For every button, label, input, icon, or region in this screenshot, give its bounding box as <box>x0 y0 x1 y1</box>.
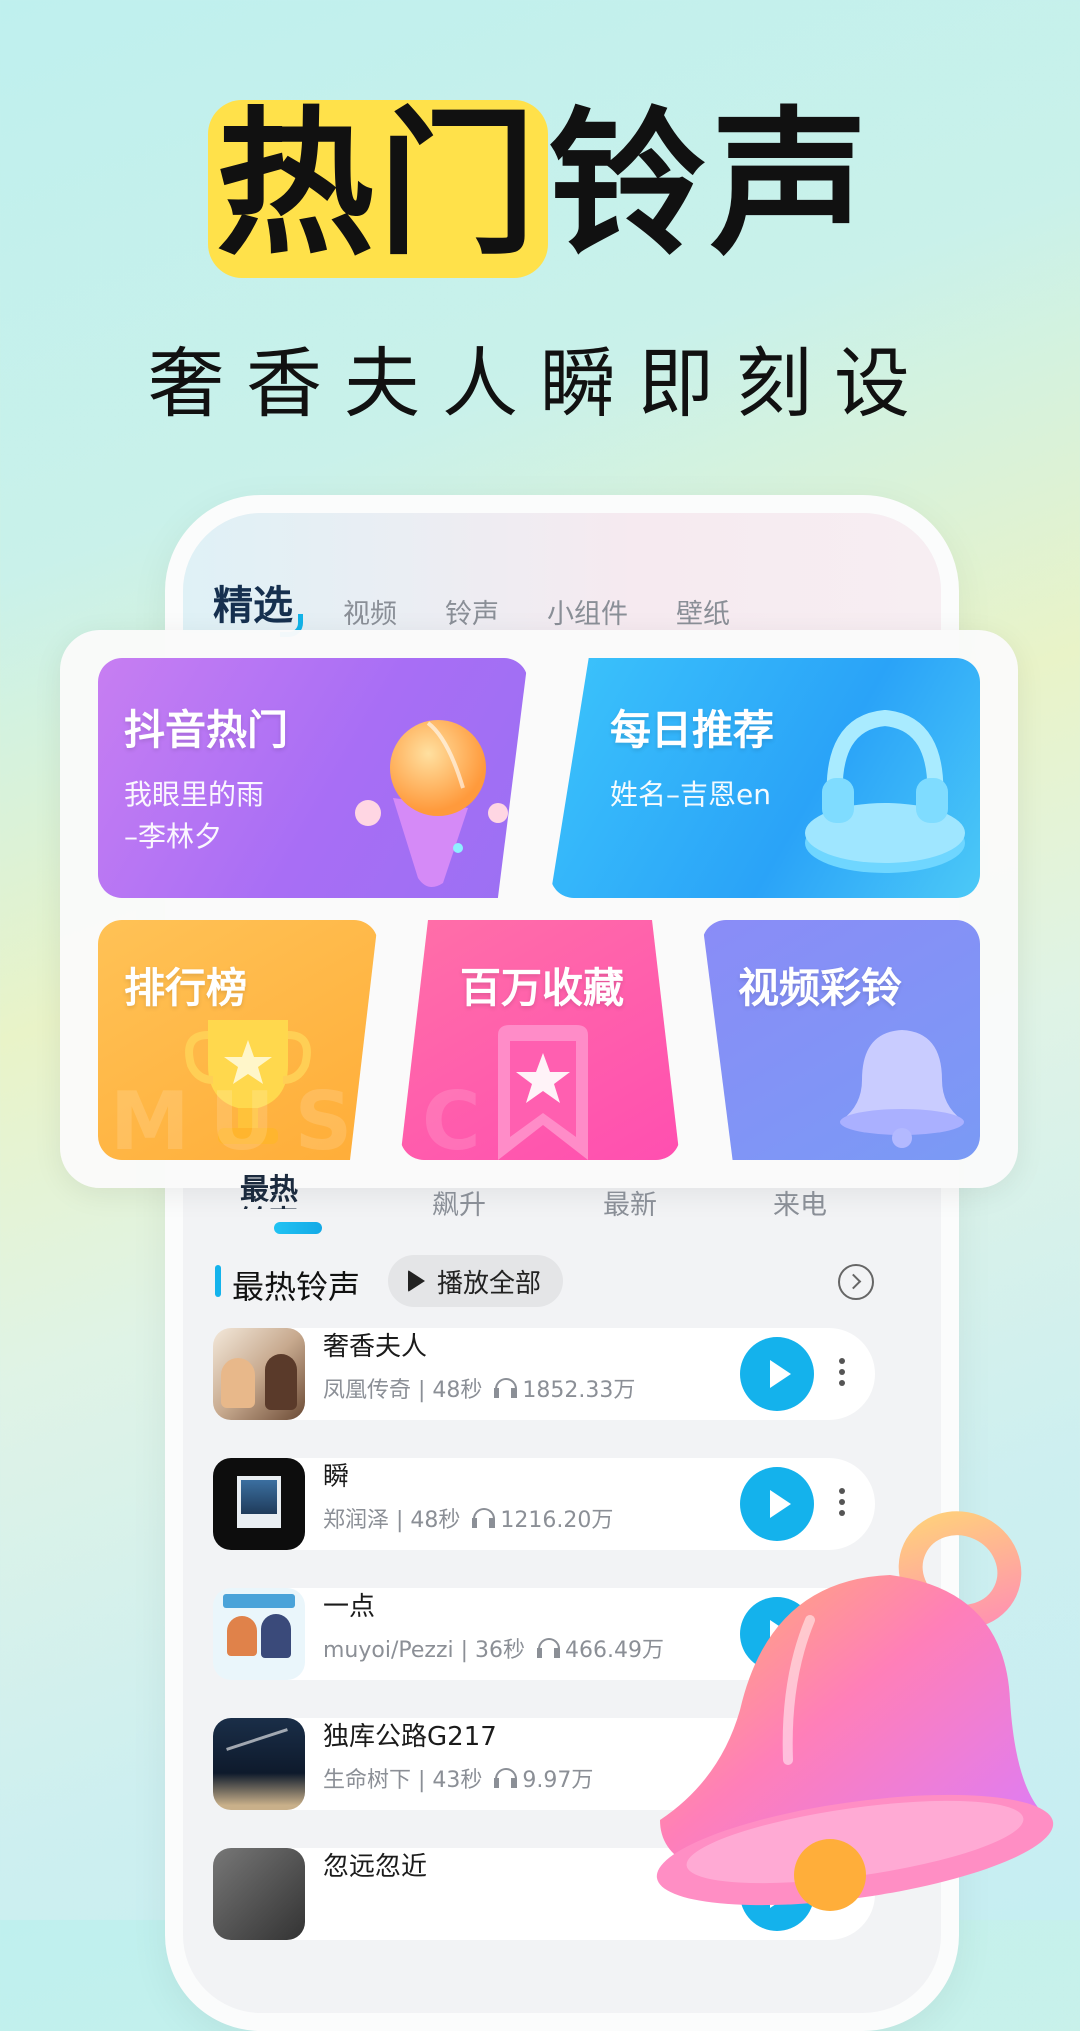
song-title: 独库公路G217 <box>323 1722 497 1752</box>
album-cover <box>213 1848 305 1940</box>
tab-video[interactable]: 视频 <box>343 592 397 631</box>
tab-featured[interactable]: 精选 <box>213 573 303 637</box>
headphone-icon <box>494 1768 518 1788</box>
video-ringback-title: 视频彩铃 <box>738 964 902 1012</box>
song-title: 一点 <box>323 1592 376 1622</box>
headphone-icon <box>494 1378 518 1398</box>
song-artist-duration: 凤凰传奇 | 48秒 <box>323 1378 483 1403</box>
douyin-hot-tile[interactable]: 抖音热门 我眼里的雨 –李林夕 <box>98 658 528 898</box>
bell-icon <box>656 1511 1054 1911</box>
song-artist-duration: 郑润泽 | 48秒 <box>323 1508 461 1533</box>
hero-subtitle: 奢香夫人瞬即刻设 <box>148 339 932 428</box>
video-ringback-tile[interactable]: 视频彩铃 <box>702 920 980 1160</box>
album-cover <box>213 1328 305 1420</box>
daily-recommend-title: 每日推荐 <box>610 706 774 754</box>
song-artist-duration: 生命树下 | 43秒 <box>323 1768 483 1793</box>
douyin-song-name: 我眼里的雨 <box>124 778 265 811</box>
rank-tab-indicator <box>274 1222 322 1234</box>
album-cover <box>213 1458 305 1550</box>
album-cover <box>213 1588 305 1680</box>
douyin-song-artist: –李林夕 <box>124 820 223 853</box>
feature-card: 抖音热门 我眼里的雨 –李林夕 每日推荐 姓名–吉恩en 排行榜 百万收藏 视频… <box>60 630 1018 1188</box>
song-title: 瞬 <box>323 1462 350 1492</box>
song-title: 奢香夫人 <box>323 1332 428 1362</box>
more-options-icon[interactable] <box>839 1358 845 1390</box>
rank-tab-newest[interactable]: 最新 <box>603 1183 657 1222</box>
section-title: 最热铃声 <box>232 1268 361 1306</box>
song-meta: 生命树下 | 43秒 9.97万 <box>323 1762 593 1794</box>
headphone-icon <box>805 709 965 873</box>
bookmark-star-icon <box>498 1025 588 1160</box>
section-bar <box>215 1265 221 1297</box>
album-cover <box>213 1718 305 1810</box>
song-meta: 郑润泽 | 48秒 1216.20万 <box>323 1502 613 1534</box>
hero-title-rest: 铃声 <box>548 93 872 277</box>
tab-ringtone[interactable]: 铃声 <box>445 592 499 631</box>
hero-title: 热门铃声 <box>0 100 1080 278</box>
song-row[interactable]: 奢香夫人 凤凰传奇 | 48秒 1852.33万 <box>213 1328 875 1420</box>
tab-wallpaper[interactable]: 壁纸 <box>676 592 730 631</box>
song-play-count: 1216.20万 <box>500 1508 614 1533</box>
song-artist-duration: muyoi/Pezzi | 36秒 <box>323 1638 525 1663</box>
tab-widget[interactable]: 小组件 <box>547 592 628 631</box>
play-button[interactable] <box>740 1337 814 1411</box>
daily-recommend-sub: 姓名–吉恩en <box>610 778 771 811</box>
song-play-count: 9.97万 <box>522 1768 594 1793</box>
play-icon <box>408 1270 425 1292</box>
douyin-hot-title: 抖音热门 <box>124 706 288 754</box>
douyin-hot-sub: 我眼里的雨 –李林夕 <box>124 774 264 858</box>
rank-tab-incoming-call[interactable]: 来电 <box>773 1183 827 1222</box>
song-meta: 凤凰传奇 | 48秒 1852.33万 <box>323 1372 635 1404</box>
daily-recommend-tile[interactable]: 每日推荐 姓名–吉恩en <box>550 658 980 898</box>
rank-tab-hottest[interactable]: 最热铃声 <box>240 1173 320 1209</box>
play-all-button[interactable]: 播放全部 <box>388 1255 564 1307</box>
song-title: 忽远忽近 <box>323 1852 428 1882</box>
song-play-count: 1852.33万 <box>522 1378 636 1403</box>
song-meta: muyoi/Pezzi | 36秒 466.49万 <box>323 1632 664 1664</box>
music-watermark: MUSIC <box>110 1075 501 1168</box>
rank-tab-rising[interactable]: 飙升 <box>432 1183 486 1222</box>
microphone-icon <box>355 720 508 887</box>
million-collect-title: 百万收藏 <box>460 964 624 1012</box>
headphone-icon <box>472 1508 496 1528</box>
hero-title-highlight: 热门 <box>208 100 548 278</box>
top-tabs: 精选 视频 铃声 小组件 壁纸 <box>213 573 778 637</box>
headphone-icon <box>537 1638 560 1658</box>
play-all-label: 播放全部 <box>437 1268 542 1299</box>
ranking-title: 排行榜 <box>124 964 247 1012</box>
chevron-right-icon[interactable] <box>838 1264 874 1300</box>
bell-icon <box>840 1030 964 1148</box>
